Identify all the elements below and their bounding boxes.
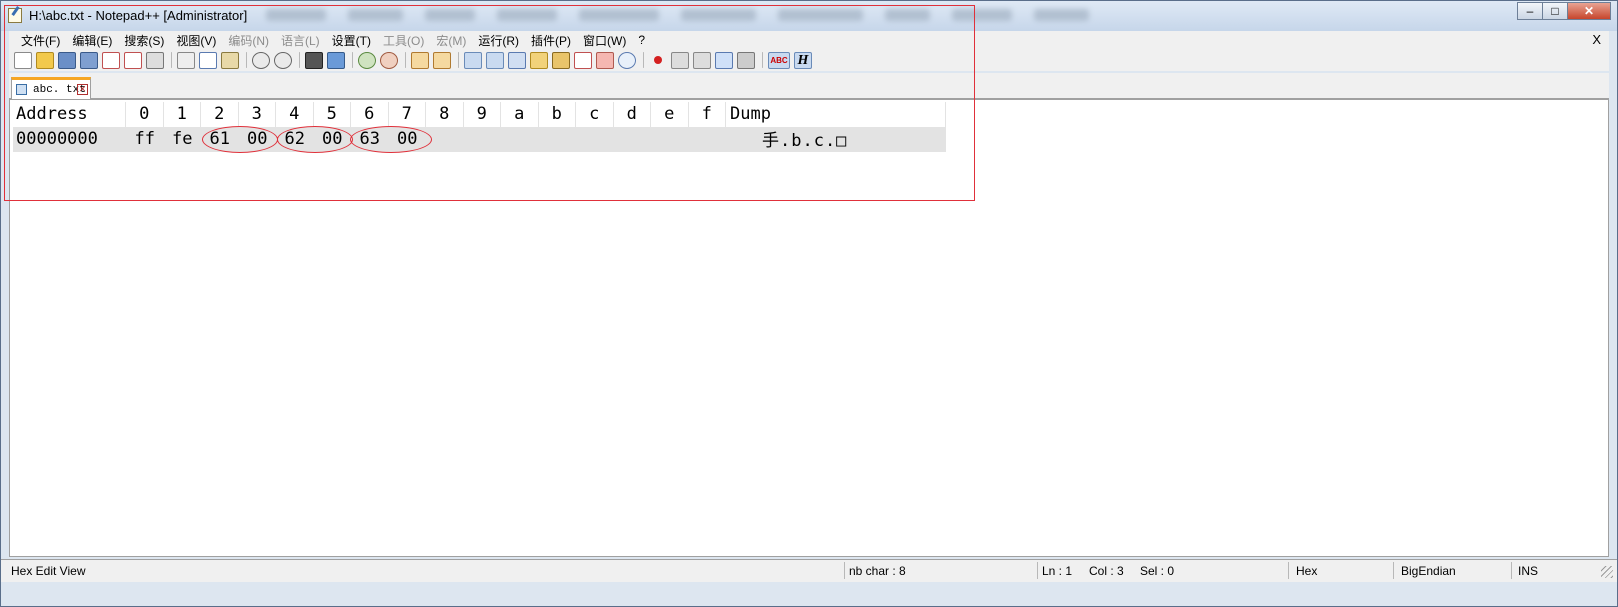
window-controls: – □ ✕ (1517, 2, 1611, 20)
status-sel: Sel : 0 (1140, 564, 1175, 578)
status-nb-char: nb char : 8 (849, 564, 906, 578)
notepadpp-window: H:\abc.txt - Notepad++ [Administrator] –… (0, 0, 1618, 607)
status-divider (1393, 562, 1394, 579)
status-view: Hex (1296, 564, 1318, 578)
status-col: Col : 3 (1089, 564, 1124, 578)
status-ins: INS (1518, 564, 1539, 578)
status-divider (844, 562, 845, 579)
minimize-button[interactable]: – (1517, 2, 1543, 20)
status-ln: Ln : 1 (1042, 564, 1073, 578)
status-endian: BigEndian (1401, 564, 1456, 578)
annotation-rectangle (4, 5, 975, 201)
close-document-button[interactable]: X (1592, 32, 1601, 47)
status-divider (1037, 562, 1038, 579)
status-divider (1511, 562, 1512, 579)
status-bar: Hex Edit View nb char : 8 Ln : 1 Col : 3… (1, 559, 1617, 582)
resize-grip-icon[interactable] (1601, 566, 1613, 578)
status-mode: Hex Edit View (11, 564, 86, 578)
close-window-button[interactable]: ✕ (1567, 2, 1611, 20)
maximize-button[interactable]: □ (1542, 2, 1568, 20)
status-divider (1288, 562, 1289, 579)
